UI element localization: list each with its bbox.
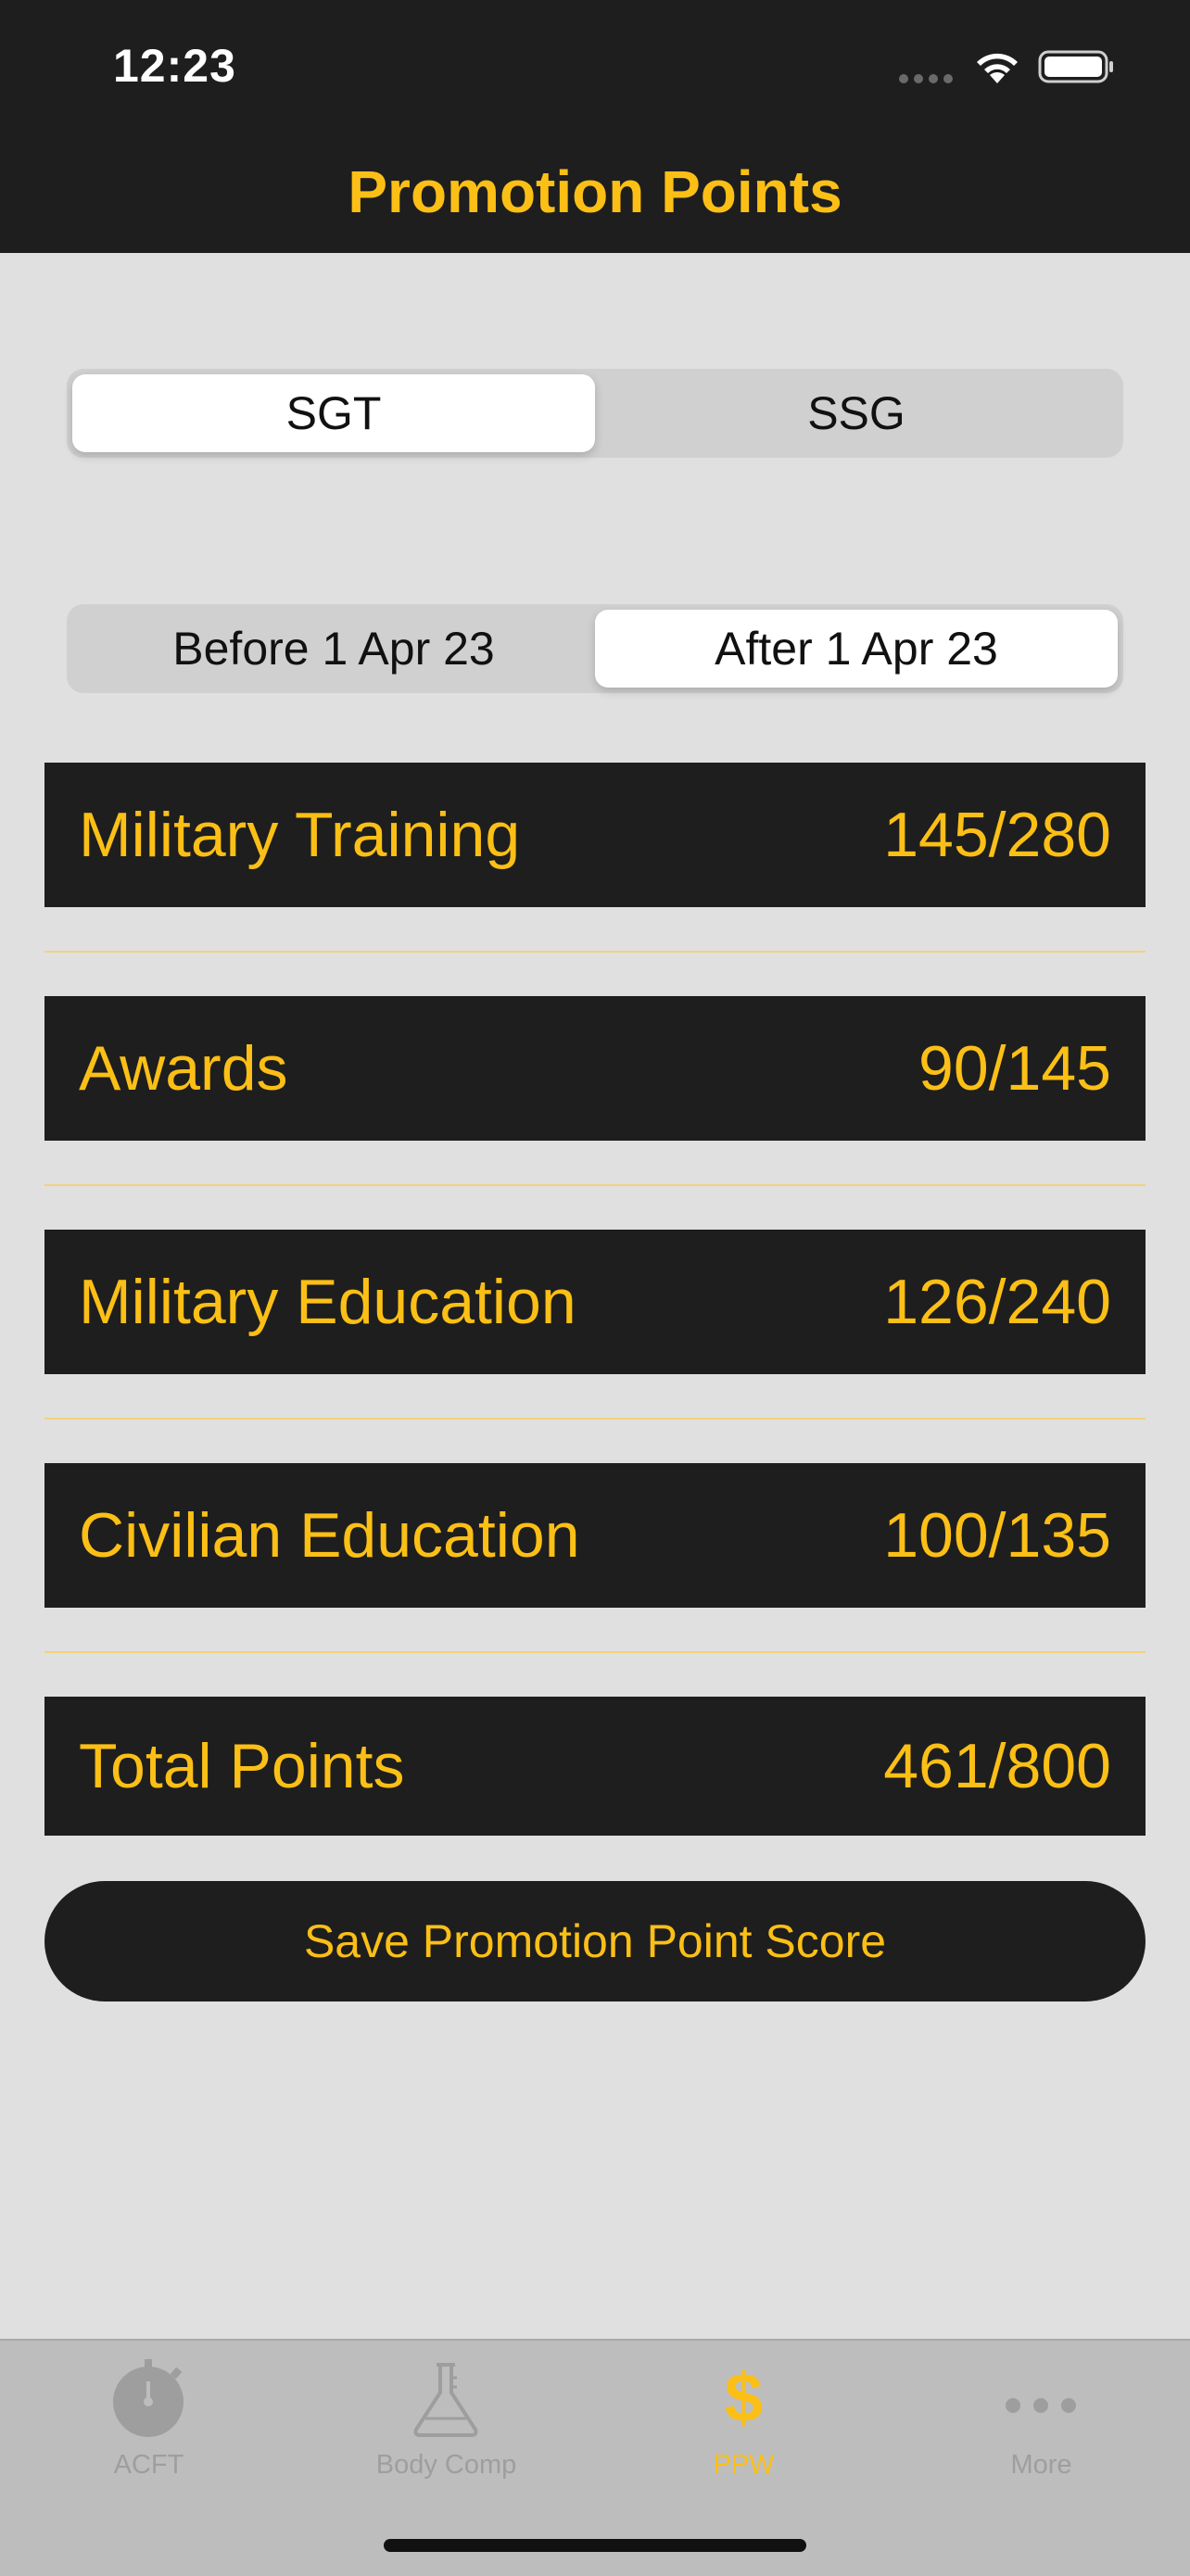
- tab-ppw[interactable]: $ PPW: [595, 2341, 892, 2489]
- dollar-icon: $: [724, 2359, 764, 2436]
- divider: [44, 951, 1146, 953]
- category-label: Military Training: [79, 800, 521, 870]
- category-row-military-training[interactable]: Military Training 145/280: [44, 763, 1146, 907]
- more-dots-icon: [1006, 2398, 1076, 2413]
- tab-label: PPW: [713, 2450, 775, 2480]
- category-score: 100/135: [883, 1500, 1111, 1571]
- segment-after-1-apr-23[interactable]: After 1 Apr 23: [595, 610, 1118, 688]
- segment-before-1-apr-23[interactable]: Before 1 Apr 23: [72, 610, 595, 688]
- divider: [44, 1184, 1146, 1186]
- flask-icon: [413, 2363, 478, 2437]
- category-row-awards[interactable]: Awards 90/145: [44, 996, 1146, 1141]
- divider: [44, 1651, 1146, 1653]
- total-points-label: Total Points: [79, 1731, 405, 1801]
- home-indicator: [384, 2539, 806, 2552]
- tab-body-comp[interactable]: Body Comp: [298, 2341, 595, 2489]
- cellular-signal-icon: [899, 74, 953, 83]
- status-bar: 12:23: [0, 0, 1190, 130]
- navigation-bar: Promotion Points: [0, 130, 1190, 253]
- divider: [44, 1418, 1146, 1420]
- segment-ssg[interactable]: SSG: [595, 374, 1118, 452]
- wifi-icon: [977, 53, 1018, 83]
- tab-more[interactable]: More: [892, 2341, 1190, 2489]
- category-label: Awards: [79, 1033, 288, 1104]
- tab-label: ACFT: [113, 2450, 184, 2480]
- total-points-row: Total Points 461/800: [44, 1697, 1146, 1836]
- page-title: Promotion Points: [348, 158, 842, 225]
- status-time: 12:23: [113, 40, 236, 92]
- category-score: 90/145: [918, 1033, 1111, 1104]
- rank-segmented-control: SGT SSG: [67, 369, 1123, 458]
- category-label: Civilian Education: [79, 1500, 580, 1571]
- tab-label: Body Comp: [375, 2450, 517, 2480]
- category-score: 126/240: [883, 1267, 1111, 1337]
- category-row-military-education[interactable]: Military Education 126/240: [44, 1230, 1146, 1374]
- category-label: Military Education: [79, 1267, 576, 1337]
- tab-label: More: [1010, 2450, 1072, 2480]
- total-points-value: 461/800: [883, 1731, 1111, 1801]
- tab-acft[interactable]: ACFT: [0, 2341, 298, 2489]
- stopwatch-icon: [113, 2359, 184, 2437]
- category-row-civilian-education[interactable]: Civilian Education 100/135: [44, 1463, 1146, 1608]
- date-segmented-control: Before 1 Apr 23 After 1 Apr 23: [67, 604, 1123, 693]
- save-promotion-score-button[interactable]: Save Promotion Point Score: [44, 1881, 1146, 2001]
- category-score: 145/280: [883, 800, 1111, 870]
- battery-icon: [1038, 50, 1113, 83]
- segment-sgt[interactable]: SGT: [72, 374, 595, 452]
